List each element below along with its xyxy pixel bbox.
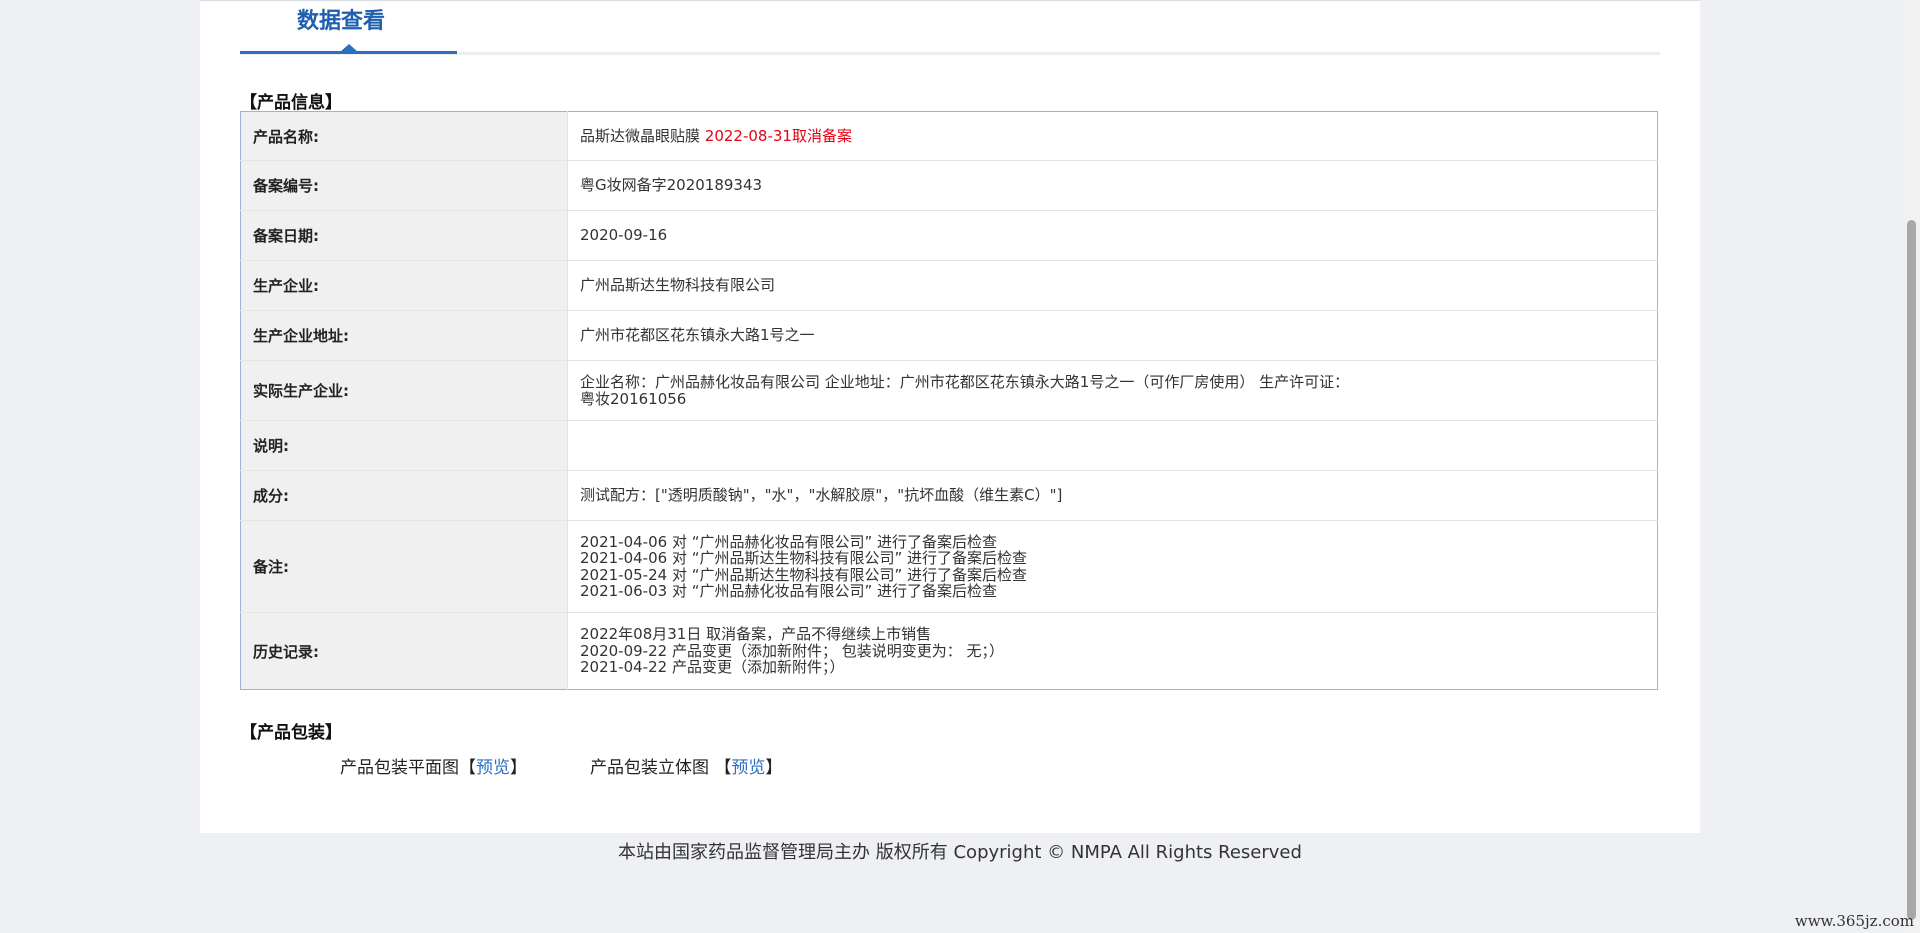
info-value-line: 2020-09-22 产品变更（添加新附件； 包装说明变更为： 无；） bbox=[580, 641, 1004, 660]
info-label: 说明: bbox=[240, 420, 568, 471]
info-value: 粤G妆网备字2020189343 bbox=[567, 160, 1658, 211]
info-label: 备注: bbox=[240, 520, 568, 613]
info-row: 成分: 测试配方：["透明质酸钠"，"水"，"水解胶原"，"抗坏血酸（维生素C）"… bbox=[240, 470, 1658, 521]
content-panel: 数据查看 【产品信息】 产品名称: 品斯达微晶眼贴膜 2022-08-31取消备案… bbox=[200, 0, 1700, 833]
info-value: 企业名称：广州品赫化妆品有限公司 企业地址：广州市花都区花东镇永大路1号之一（可… bbox=[567, 360, 1658, 421]
bracket-close: 】 bbox=[765, 758, 783, 778]
cancellation-status: 2022-08-31取消备案 bbox=[704, 126, 852, 145]
tab-bar: 数据查看 bbox=[240, 1, 1660, 57]
tab-active-underline bbox=[240, 51, 457, 54]
info-value-line: 2021-04-06 对 “广州品斯达生物科技有限公司” 进行了备案后检查 bbox=[580, 549, 1028, 567]
packaging-solid-label: 产品包装立体图 bbox=[590, 758, 715, 778]
info-label: 生产企业: bbox=[240, 260, 568, 311]
info-row: 历史记录: 2022年08月31日 取消备案，产品不得继续上市销售 2020-09-… bbox=[240, 612, 1658, 690]
packaging-flat: 产品包装平面图【预览】 bbox=[340, 753, 527, 778]
info-label: 生产企业地址: bbox=[240, 310, 568, 361]
vertical-scrollbar[interactable] bbox=[1903, 0, 1920, 933]
info-value: 广州品斯达生物科技有限公司 bbox=[567, 260, 1658, 311]
packaging-solid: 产品包装立体图 【预览】 bbox=[590, 753, 782, 778]
info-row: 备案日期: 2020-09-16 bbox=[240, 210, 1658, 261]
info-row: 说明: bbox=[240, 420, 1658, 471]
scrollbar-thumb[interactable] bbox=[1907, 220, 1916, 920]
info-value-line: 粤G妆网备字2020189343 bbox=[580, 176, 763, 195]
info-value: 品斯达微晶眼贴膜 2022-08-31取消备案 bbox=[567, 111, 1658, 161]
bracket-close: 】 bbox=[510, 758, 527, 778]
info-value: 2021-04-06 对 “广州品赫化妆品有限公司” 进行了备案后检查 2021-… bbox=[567, 520, 1658, 613]
preview-solid-link[interactable]: 预览 bbox=[731, 758, 765, 778]
packaging-title: 【产品包装】 bbox=[240, 723, 342, 743]
info-value: 广州市花都区花东镇永大路1号之一 bbox=[567, 310, 1658, 361]
info-row: 备注: 2021-04-06 对 “广州品赫化妆品有限公司” 进行了备案后检查 20… bbox=[240, 520, 1658, 613]
info-label: 成分: bbox=[240, 470, 568, 521]
info-value-line: 企业名称：广州品赫化妆品有限公司 企业地址：广州市花都区花东镇永大路1号之一（可… bbox=[580, 373, 1350, 391]
packaging-flat-label: 产品包装平面图 bbox=[340, 758, 459, 778]
info-value-line: 测试配方：["透明质酸钠"，"水"，"水解胶原"，"抗坏血酸（维生素C）"] bbox=[580, 486, 1063, 505]
info-row: 生产企业地址: 广州市花都区花东镇永大路1号之一 bbox=[240, 310, 1658, 361]
info-value-line: 品斯达微晶眼贴膜 2022-08-31取消备案 bbox=[580, 128, 1645, 145]
info-value bbox=[567, 420, 1658, 471]
info-value-line: 粤妆20161056 bbox=[580, 389, 687, 408]
info-value-text: 品斯达微晶眼贴膜 bbox=[580, 126, 705, 145]
bracket-open: 【 bbox=[714, 758, 732, 778]
info-value-line: 2021-04-22 产品变更（添加新附件；） bbox=[580, 658, 845, 677]
info-value-line: 2021-05-24 对 “广州品斯达生物科技有限公司” 进行了备案后检查 bbox=[580, 565, 1028, 584]
info-value: 2020-09-16 bbox=[567, 210, 1658, 261]
info-label: 备案日期: bbox=[240, 210, 568, 261]
preview-flat-link[interactable]: 预览 bbox=[476, 758, 510, 778]
info-value: 测试配方：["透明质酸钠"，"水"，"水解胶原"，"抗坏血酸（维生素C）"] bbox=[567, 470, 1658, 521]
footer-copyright: 本站由国家药品监督管理局主办 版权所有 Copyright © NMPA All… bbox=[618, 842, 1302, 863]
tab-data-view[interactable]: 数据查看 bbox=[297, 3, 385, 35]
bracket-open: 【 bbox=[459, 758, 476, 778]
info-value-line: 广州市花都区花东镇永大路1号之一 bbox=[580, 326, 815, 345]
info-value: 2022年08月31日 取消备案，产品不得继续上市销售 2020-09-22 产品… bbox=[568, 613, 1658, 690]
info-value-line: 2021-06-03 对 “广州品赫化妆品有限公司” 进行了备案后检查 bbox=[580, 582, 998, 600]
watermark-text: www.365jz.com bbox=[1794, 912, 1914, 930]
info-row: 备案编号: 粤G妆网备字2020189343 bbox=[240, 160, 1658, 211]
info-row: 生产企业: 广州品斯达生物科技有限公司 bbox=[240, 260, 1658, 311]
info-label: 实际生产企业: bbox=[240, 360, 568, 421]
info-label: 备案编号: bbox=[240, 160, 568, 211]
info-row: 实际生产企业: 企业名称：广州品赫化妆品有限公司 企业地址：广州市花都区花东镇永大… bbox=[240, 360, 1658, 421]
info-value-line: 2020-09-16 bbox=[580, 226, 668, 245]
info-label: 产品名称: bbox=[240, 111, 568, 161]
product-info-table: 产品名称: 品斯达微晶眼贴膜 2022-08-31取消备案 备案编号: 粤G妆网备字2… bbox=[240, 111, 1658, 690]
info-value-line: 广州品斯达生物科技有限公司 bbox=[580, 276, 776, 295]
info-value-line: 2022年08月31日 取消备案，产品不得继续上市销售 bbox=[580, 625, 932, 644]
info-value-line: 2021-04-06 对 “广州品赫化妆品有限公司” 进行了备案后检查 bbox=[580, 532, 998, 551]
product-info-title: 【产品信息】 bbox=[240, 93, 342, 113]
info-row: 产品名称: 品斯达微晶眼贴膜 2022-08-31取消备案 bbox=[240, 111, 1658, 161]
info-label: 历史记录: bbox=[240, 612, 568, 690]
